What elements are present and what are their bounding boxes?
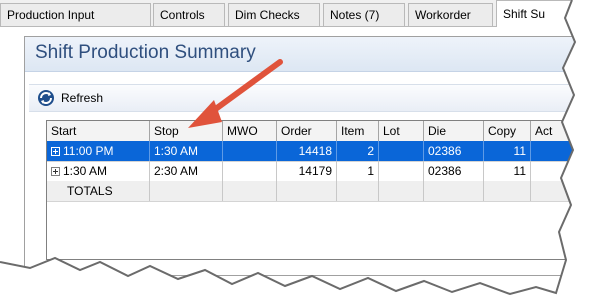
shift-grid[interactable]: Start Stop MWO Order Item Lot Die Copy A… <box>46 120 586 260</box>
cell-item <box>337 181 379 201</box>
tab-notes[interactable]: Notes (7) <box>323 3 405 26</box>
cell-die: 02386 <box>424 141 484 161</box>
col-header-mwo[interactable]: MWO <box>223 121 277 141</box>
cell-stop: 2:30 AM <box>150 161 223 181</box>
tab-shift-summary[interactable]: Shift Su <box>496 0 596 27</box>
plus-expander-icon[interactable] <box>51 147 60 156</box>
cell-item: 1 <box>337 161 379 181</box>
panel-header: Shift Production Summary <box>25 37 583 72</box>
cell-stop: 1:30 AM <box>150 141 223 161</box>
table-row[interactable]: 1:30 AM 2:30 AM 14179 1 02386 11 <box>47 161 585 182</box>
cell-start: 11:00 PM <box>47 141 150 161</box>
cell-act <box>531 141 585 161</box>
cell-order <box>277 181 337 201</box>
col-header-stop[interactable]: Stop <box>150 121 223 141</box>
col-header-act[interactable]: Act <box>531 121 585 141</box>
cell-copy <box>484 181 531 201</box>
cell-act <box>531 161 585 181</box>
cell-start-text: 1:30 AM <box>63 164 108 178</box>
cell-lot <box>379 181 424 201</box>
cell-act <box>531 181 585 201</box>
toolbar: Refresh <box>29 84 579 112</box>
col-header-copy[interactable]: Copy <box>484 121 531 141</box>
cell-mwo <box>223 141 277 161</box>
cell-lot <box>379 161 424 181</box>
cell-item: 2 <box>337 141 379 161</box>
refresh-label: Refresh <box>61 91 104 105</box>
refresh-icon <box>38 90 54 106</box>
tab-dim-checks[interactable]: Dim Checks <box>228 3 320 26</box>
col-header-order[interactable]: Order <box>277 121 337 141</box>
grid-header: Start Stop MWO Order Item Lot Die Copy A… <box>47 121 585 142</box>
col-header-die[interactable]: Die <box>424 121 484 141</box>
col-header-start[interactable]: Start <box>47 121 150 141</box>
tab-workorder[interactable]: Workorder <box>408 3 493 26</box>
cell-order: 14179 <box>277 161 337 181</box>
refresh-button[interactable]: Refresh <box>37 88 103 108</box>
cell-start-text: 11:00 PM <box>63 144 114 158</box>
cell-mwo <box>223 161 277 181</box>
totals-label: TOTALS <box>47 181 150 201</box>
cell-copy: 11 <box>484 141 531 161</box>
totals-row: TOTALS <box>47 181 585 202</box>
tab-strip: Production Input Controls Dim Checks Not… <box>0 0 596 27</box>
cell-die: 02386 <box>424 161 484 181</box>
cell-stop <box>150 181 223 201</box>
cell-lot <box>379 141 424 161</box>
col-header-lot[interactable]: Lot <box>379 121 424 141</box>
table-row[interactable]: 11:00 PM 1:30 AM 14418 2 02386 11 <box>47 141 585 162</box>
panel-title: Shift Production Summary <box>35 42 256 63</box>
cell-start: 1:30 AM <box>47 161 150 181</box>
tab-controls[interactable]: Controls <box>153 3 225 26</box>
cell-die <box>424 181 484 201</box>
tab-production-input[interactable]: Production Input <box>0 3 151 26</box>
cell-mwo <box>223 181 277 201</box>
cell-copy: 11 <box>484 161 531 181</box>
plus-expander-icon[interactable] <box>51 167 60 176</box>
cell-order: 14418 <box>277 141 337 161</box>
col-header-item[interactable]: Item <box>337 121 379 141</box>
